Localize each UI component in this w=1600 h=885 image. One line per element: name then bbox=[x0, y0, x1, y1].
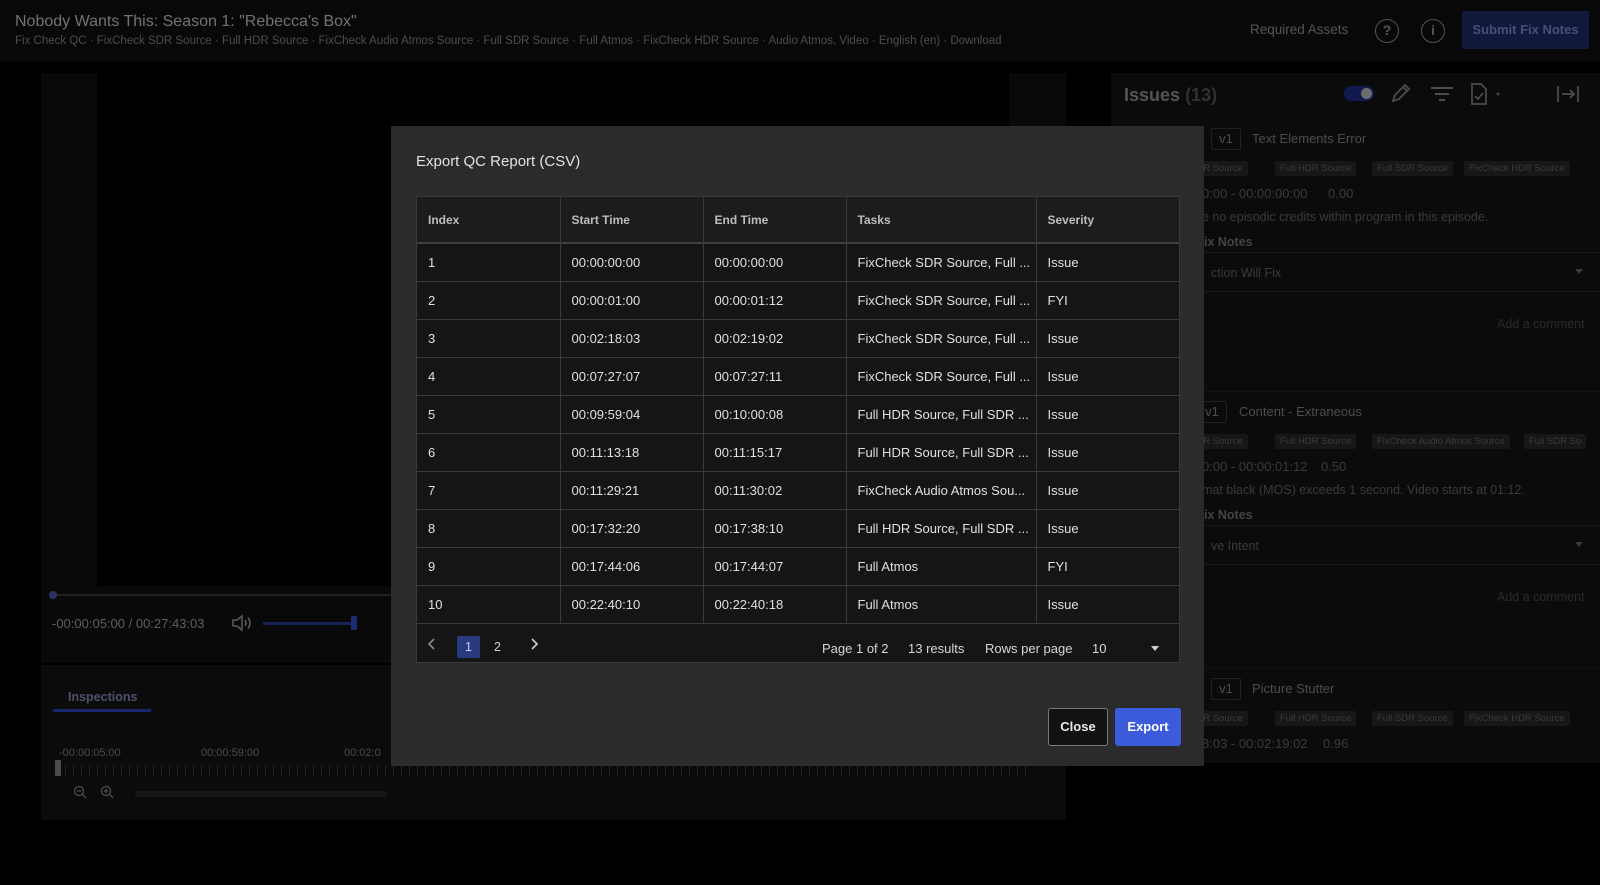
column-header-severity[interactable]: Severity bbox=[1036, 197, 1179, 244]
end-time-cell: 00:17:44:07 bbox=[703, 547, 847, 586]
rows-per-page-select[interactable]: 10 bbox=[1092, 641, 1106, 656]
start-time-cell: 00:02:18:03 bbox=[560, 319, 704, 358]
end-time-cell: 00:10:00:08 bbox=[703, 395, 847, 434]
start-time-cell: 00:11:29:21 bbox=[560, 471, 704, 510]
column-header-index[interactable]: Index bbox=[417, 197, 561, 244]
start-time-cell: 00:00:01:00 bbox=[560, 281, 704, 320]
tasks-cell: FixCheck SDR Source, Full ... bbox=[846, 357, 1037, 396]
chevron-down-icon[interactable] bbox=[1151, 646, 1159, 651]
chevron-left-icon[interactable] bbox=[425, 637, 439, 651]
end-time-cell: 00:11:30:02 bbox=[703, 471, 847, 510]
index-cell: 1 bbox=[417, 243, 561, 282]
index-cell: 4 bbox=[417, 357, 561, 396]
tasks-cell: FixCheck Audio Atmos Sou... bbox=[846, 471, 1037, 510]
index-cell: 9 bbox=[417, 547, 561, 586]
dialog-title: Export QC Report (CSV) bbox=[416, 153, 581, 170]
end-time-cell: 00:11:15:17 bbox=[703, 433, 847, 472]
table-header-row: Index Start Time End Time Tasks Severity bbox=[417, 197, 1179, 244]
table-row[interactable]: 2 00:00:01:00 00:00:01:12 FixCheck SDR Sour… bbox=[417, 281, 1179, 320]
tasks-cell: Full Atmos bbox=[846, 547, 1037, 586]
start-time-cell: 00:00:00:00 bbox=[560, 243, 704, 282]
severity-cell: Issue bbox=[1036, 243, 1179, 282]
index-cell: 10 bbox=[417, 585, 561, 624]
column-header-end-time[interactable]: End Time bbox=[703, 197, 847, 244]
severity-cell: FYI bbox=[1036, 547, 1179, 586]
table-row[interactable]: 8 00:17:32:20 00:17:38:10 Full HDR Source, … bbox=[417, 509, 1179, 548]
close-button[interactable]: Close bbox=[1048, 708, 1108, 746]
rows-per-page-label: Rows per page bbox=[985, 641, 1073, 656]
table-row[interactable]: 6 00:11:13:18 00:11:15:17 Full HDR Source, … bbox=[417, 433, 1179, 472]
table-row[interactable]: 3 00:02:18:03 00:02:19:02 FixCheck SDR Sour… bbox=[417, 319, 1179, 358]
end-time-cell: 00:00:00:00 bbox=[703, 243, 847, 282]
end-time-cell: 00:02:19:02 bbox=[703, 319, 847, 358]
page-button-2[interactable]: 2 bbox=[486, 636, 509, 658]
end-time-cell: 00:17:38:10 bbox=[703, 509, 847, 548]
table-row[interactable]: 1 00:00:00:00 00:00:00:00 FixCheck SDR Sour… bbox=[417, 243, 1179, 282]
index-cell: 5 bbox=[417, 395, 561, 434]
tasks-cell: Full HDR Source, Full SDR ... bbox=[846, 509, 1037, 548]
severity-cell: Issue bbox=[1036, 357, 1179, 396]
pagination-bar: 1 2 Page 1 of 2 13 results Rows per page… bbox=[417, 626, 1179, 663]
dialog-footer: Close Export bbox=[391, 696, 1204, 766]
index-cell: 2 bbox=[417, 281, 561, 320]
qc-report-table: Index Start Time End Time Tasks Severity… bbox=[416, 196, 1180, 663]
start-time-cell: 00:09:59:04 bbox=[560, 395, 704, 434]
index-cell: 3 bbox=[417, 319, 561, 358]
start-time-cell: 00:17:32:20 bbox=[560, 509, 704, 548]
severity-cell: FYI bbox=[1036, 281, 1179, 320]
tasks-cell: FixCheck SDR Source, Full ... bbox=[846, 281, 1037, 320]
column-header-start-time[interactable]: Start Time bbox=[560, 197, 704, 244]
export-qc-report-dialog: Export QC Report (CSV) Index Start Time … bbox=[391, 126, 1204, 766]
severity-cell: Issue bbox=[1036, 395, 1179, 434]
page-button-1[interactable]: 1 bbox=[457, 636, 480, 658]
tasks-cell: FixCheck SDR Source, Full ... bbox=[846, 243, 1037, 282]
end-time-cell: 00:00:01:12 bbox=[703, 281, 847, 320]
severity-cell: Issue bbox=[1036, 471, 1179, 510]
table-row[interactable]: 4 00:07:27:07 00:07:27:11 FixCheck SDR Sour… bbox=[417, 357, 1179, 396]
start-time-cell: 00:22:40:10 bbox=[560, 585, 704, 624]
start-time-cell: 00:07:27:07 bbox=[560, 357, 704, 396]
table-row[interactable]: 5 00:09:59:04 00:10:00:08 Full HDR Source, … bbox=[417, 395, 1179, 434]
end-time-cell: 00:22:40:18 bbox=[703, 585, 847, 624]
start-time-cell: 00:11:13:18 bbox=[560, 433, 704, 472]
index-cell: 7 bbox=[417, 471, 561, 510]
results-count: 13 results bbox=[908, 641, 965, 656]
severity-cell: Issue bbox=[1036, 433, 1179, 472]
severity-cell: Issue bbox=[1036, 509, 1179, 548]
tasks-cell: Full HDR Source, Full SDR ... bbox=[846, 395, 1037, 434]
index-cell: 6 bbox=[417, 433, 561, 472]
table-row[interactable]: 7 00:11:29:21 00:11:30:02 FixCheck Audio At… bbox=[417, 471, 1179, 510]
page-info: Page 1 of 2 bbox=[822, 641, 889, 656]
end-time-cell: 00:07:27:11 bbox=[703, 357, 847, 396]
table-row[interactable]: 10 00:22:40:10 00:22:40:18 Full Atmos Issue bbox=[417, 585, 1179, 624]
tasks-cell: Full Atmos bbox=[846, 585, 1037, 624]
severity-cell: Issue bbox=[1036, 319, 1179, 358]
index-cell: 8 bbox=[417, 509, 561, 548]
tasks-cell: FixCheck SDR Source, Full ... bbox=[846, 319, 1037, 358]
severity-cell: Issue bbox=[1036, 585, 1179, 624]
chevron-right-icon[interactable] bbox=[527, 637, 541, 651]
table-row[interactable]: 9 00:17:44:06 00:17:44:07 Full Atmos FYI bbox=[417, 547, 1179, 586]
tasks-cell: Full HDR Source, Full SDR ... bbox=[846, 433, 1037, 472]
column-header-tasks[interactable]: Tasks bbox=[846, 197, 1037, 244]
export-button[interactable]: Export bbox=[1115, 708, 1181, 746]
start-time-cell: 00:17:44:06 bbox=[560, 547, 704, 586]
